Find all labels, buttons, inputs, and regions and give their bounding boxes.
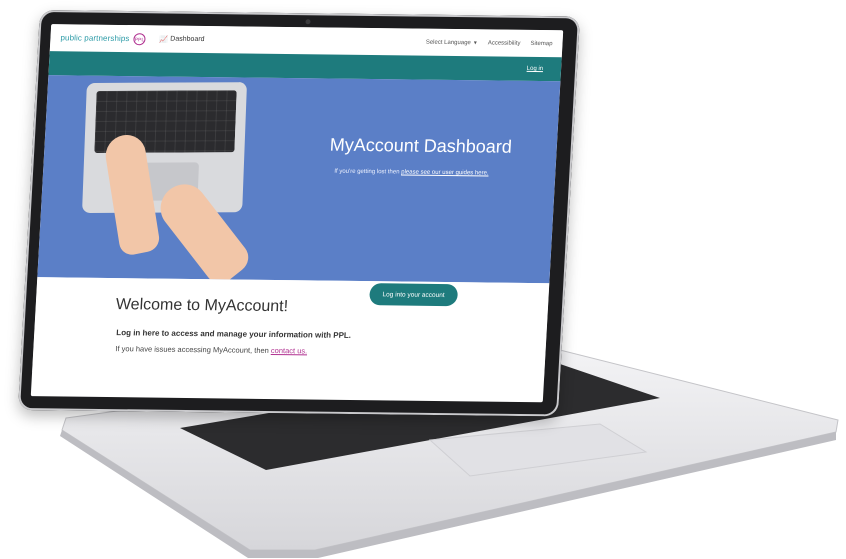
hero-subtitle: If you're getting lost then please see o… bbox=[334, 169, 489, 177]
logo-icon[interactable]: PPL bbox=[133, 32, 146, 45]
hero-title: MyAccount Dashboard bbox=[329, 134, 513, 157]
info-text: If you have issues accessing MyAccount, … bbox=[115, 344, 307, 355]
select-language-dropdown[interactable]: Select Language ▼ bbox=[426, 39, 478, 46]
screen: public partnerships PPL 📈 Dashboard Sele… bbox=[30, 24, 564, 403]
info-bold-text: Log in here to access and manage your in… bbox=[116, 328, 352, 340]
camera-icon bbox=[305, 19, 311, 25]
welcome-heading: Welcome to MyAccount! bbox=[115, 296, 289, 316]
chart-icon: 📈 bbox=[159, 35, 169, 44]
hero-subtitle-text: If you're getting lost then bbox=[334, 168, 402, 176]
caret-down-icon: ▼ bbox=[472, 39, 478, 46]
user-guides-link[interactable]: please see our user guides here. bbox=[401, 169, 489, 176]
logo-text[interactable]: public partnerships bbox=[60, 33, 130, 43]
laptop-lid: public partnerships PPL 📈 Dashboard Sele… bbox=[18, 10, 580, 417]
accessibility-link[interactable]: Accessibility bbox=[488, 40, 521, 46]
contact-us-link[interactable]: contact us. bbox=[271, 346, 308, 355]
login-account-button[interactable]: Log into your account bbox=[368, 283, 459, 307]
dashboard-label: Dashboard bbox=[170, 35, 205, 43]
login-link[interactable]: Log in bbox=[527, 66, 544, 72]
laptop: public partnerships PPL 📈 Dashboard Sele… bbox=[0, 0, 846, 559]
hero-banner: MyAccount Dashboard If you're getting lo… bbox=[37, 75, 561, 284]
select-language-label: Select Language bbox=[425, 39, 471, 46]
dashboard-link[interactable]: 📈 Dashboard bbox=[159, 35, 204, 44]
top-nav: Select Language ▼ Accessibility Sitemap bbox=[426, 39, 553, 47]
info-text-prefix: If you have issues accessing MyAccount, … bbox=[115, 344, 272, 355]
sitemap-link[interactable]: Sitemap bbox=[530, 40, 552, 46]
main-content: Welcome to MyAccount! Log into your acco… bbox=[32, 277, 550, 379]
